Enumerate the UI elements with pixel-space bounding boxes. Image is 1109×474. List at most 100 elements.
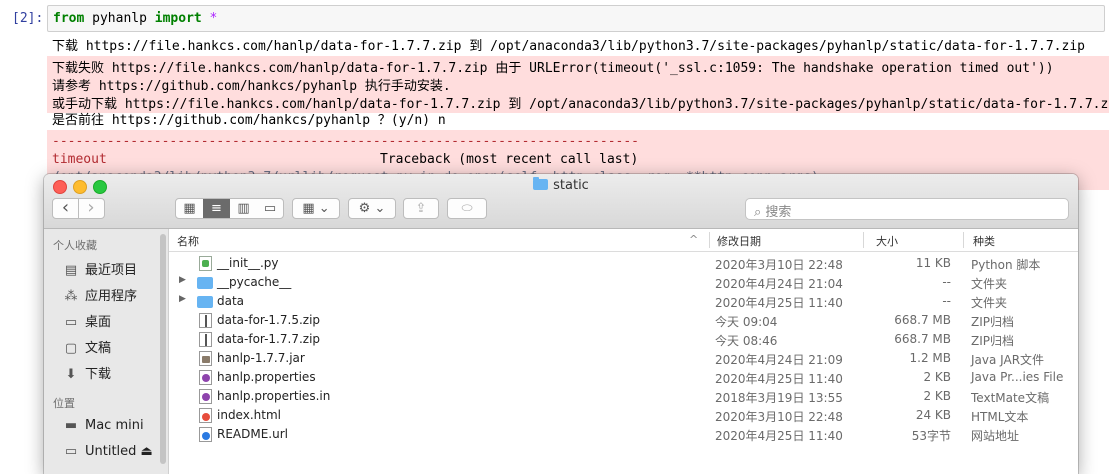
file-date: 2020年4月25日 11:40 (715, 372, 843, 386)
file-kind: 文件夹 (971, 296, 1008, 310)
import-star: * (201, 11, 218, 26)
prop-file-icon (199, 370, 212, 385)
file-size: -- (942, 275, 951, 289)
file-size: 668.7 MB (894, 313, 951, 327)
list-view-button[interactable]: ≡ (203, 199, 230, 218)
back-button[interactable]: ‹ (54, 199, 79, 218)
sidebar-item-recents[interactable]: ▤ 最近项目 (63, 259, 137, 278)
sidebar-item-desktop[interactable]: ▭ 桌面 (63, 311, 111, 330)
finder-titlebar: static ‹ › ▦ ≡ ▥ ▭ ▦ ⌄ ⚙ ⌄ ⇪ ⬭ ⌕ 搜索 (44, 174, 1078, 229)
computer-icon: ▬ (64, 418, 78, 433)
file-name: __init__.py (217, 256, 279, 270)
stderr-line: 下载失败 https://file.hankcs.com/hanlp/data-… (52, 61, 1054, 76)
disclosure-triangle-icon[interactable]: ▶ (179, 294, 186, 304)
folder-icon (197, 277, 213, 289)
action-button[interactable]: ⚙ ⌄ (348, 198, 396, 219)
sidebar-item-mac-mini[interactable]: ▬ Mac mini (63, 418, 144, 433)
html-file-icon (199, 408, 212, 423)
file-size: 2 KB (923, 370, 951, 384)
search-input[interactable]: ⌕ 搜索 (745, 198, 1069, 220)
sidebar-item-untitled[interactable]: ▭ Untitled ⏏ (63, 444, 153, 459)
file-name: README.url (217, 427, 288, 441)
sidebar-item-label: Mac mini (85, 418, 144, 433)
file-row[interactable]: hanlp.properties.in 2018年3月19日 13:55 2 KB T… (169, 387, 1078, 406)
search-icon: ⌕ (754, 205, 766, 220)
file-name: index.html (217, 408, 281, 422)
sidebar-item-applications[interactable]: ⁂ 应用程序 (63, 285, 138, 304)
sidebar-item-label: 桌面 (85, 315, 112, 330)
file-date: 2020年4月24日 21:04 (715, 277, 843, 291)
finder-sidebar: 个人收藏 ▤ 最近项目 ⁂ 应用程序 ▭ 桌面 ▢ 文稿 ⬇ 下载 位置 ▬ Mac min… (44, 229, 169, 474)
column-separator[interactable] (963, 232, 964, 248)
column-kind[interactable]: 种类 (973, 233, 995, 249)
icon-view-button[interactable]: ▦ (176, 199, 203, 218)
sort-indicator-icon: ^ (689, 233, 699, 246)
file-date: 2020年4月25日 11:40 (715, 429, 843, 443)
code-cell[interactable]: from pyhanlp import * (47, 5, 1105, 32)
file-row[interactable]: hanlp.properties 2020年4月25日 11:40 2 KB Java… (169, 368, 1078, 387)
file-kind: ZIP归档 (971, 334, 1014, 348)
file-date: 2020年4月24日 21:09 (715, 353, 843, 367)
url-file-icon (199, 427, 212, 442)
desktop-icon: ▭ (64, 315, 78, 330)
column-name[interactable]: 名称 (177, 233, 199, 249)
stderr-line: 请参考 https://github.com/hankcs/pyhanlp 执行… (52, 79, 451, 94)
column-separator[interactable] (863, 232, 864, 248)
column-header: 名称 ^ 修改日期 大小 种类 (169, 229, 1078, 252)
file-row[interactable]: README.url 2020年4月25日 11:40 53字节 网站地址 (169, 425, 1078, 444)
traceback-header: Traceback (most recent call last) (380, 152, 639, 167)
file-kind: HTML文本 (971, 410, 1029, 424)
traceback-divider: ----------------------------------------… (52, 134, 639, 149)
file-date: 今天 09:04 (715, 315, 778, 329)
nav-buttons: ‹ › (52, 198, 105, 219)
documents-icon: ▢ (64, 341, 78, 356)
gallery-view-button[interactable]: ▭ (257, 199, 283, 218)
cell-prompt: [2]: (12, 11, 44, 26)
keyword-import: import (154, 11, 202, 26)
file-date: 2020年3月10日 22:48 (715, 258, 843, 272)
folder-icon (197, 296, 213, 308)
applications-icon: ⁂ (64, 289, 78, 304)
group-button[interactable]: ▦ ⌄ (292, 198, 340, 219)
forward-button[interactable]: › (79, 199, 104, 218)
stdout-line: 下载 https://file.hankcs.com/hanlp/data-fo… (52, 39, 1085, 54)
window-title-label: static (553, 178, 589, 193)
file-kind: Java Pr...ies File (971, 370, 1064, 384)
file-row[interactable]: ▶ data 2020年4月25日 11:40 -- 文件夹 (169, 292, 1078, 311)
disclosure-triangle-icon[interactable]: ▶ (179, 275, 186, 285)
file-size: 668.7 MB (894, 332, 951, 346)
sidebar-scrollbar[interactable] (160, 234, 166, 464)
file-row[interactable]: __init__.py 2020年3月10日 22:48 11 KB Python 脚… (169, 254, 1078, 273)
module-name: pyhanlp (84, 11, 155, 26)
sidebar-item-documents[interactable]: ▢ 文稿 (63, 337, 111, 356)
file-row[interactable]: data-for-1.7.7.zip 今天 08:46 668.7 MB ZIP归档 (169, 330, 1078, 349)
file-kind: ZIP归档 (971, 315, 1014, 329)
file-name: data-for-1.7.5.zip (217, 313, 321, 327)
file-name: data-for-1.7.7.zip (217, 332, 321, 346)
zip-file-icon (199, 332, 212, 347)
column-separator[interactable] (709, 232, 710, 248)
file-row[interactable]: ▶ __pycache__ 2020年4月24日 21:04 -- 文件夹 (169, 273, 1078, 292)
sidebar-item-downloads[interactable]: ⬇ 下载 (63, 363, 111, 382)
sidebar-item-label: 最近项目 (85, 263, 138, 278)
favorites-header: 个人收藏 (53, 239, 97, 252)
file-name: hanlp-1.7.7.jar (217, 351, 305, 365)
file-size: 24 KB (915, 408, 951, 422)
file-size: 2 KB (923, 389, 951, 403)
file-kind: 网站地址 (971, 429, 1020, 443)
file-row[interactable]: index.html 2020年3月10日 22:48 24 KB HTML文本 (169, 406, 1078, 425)
file-row[interactable]: data-for-1.7.5.zip 今天 09:04 668.7 MB ZIP归档 (169, 311, 1078, 330)
file-date: 今天 08:46 (715, 334, 778, 348)
share-button[interactable]: ⇪ (403, 198, 439, 219)
keyword-from: from (53, 11, 85, 26)
file-kind: Python 脚本 (971, 258, 1041, 272)
zip-file-icon (199, 313, 212, 328)
file-row[interactable]: hanlp-1.7.7.jar 2020年4月24日 21:09 1.2 MB Jav… (169, 349, 1078, 368)
column-view-button[interactable]: ▥ (230, 199, 257, 218)
column-size[interactable]: 大小 (876, 233, 898, 249)
locations-header: 位置 (53, 397, 75, 410)
column-date[interactable]: 修改日期 (717, 233, 761, 249)
tag-button[interactable]: ⬭ (447, 198, 487, 219)
disk-icon: ▭ (64, 444, 78, 459)
file-kind: TextMate文稿 (971, 391, 1050, 405)
